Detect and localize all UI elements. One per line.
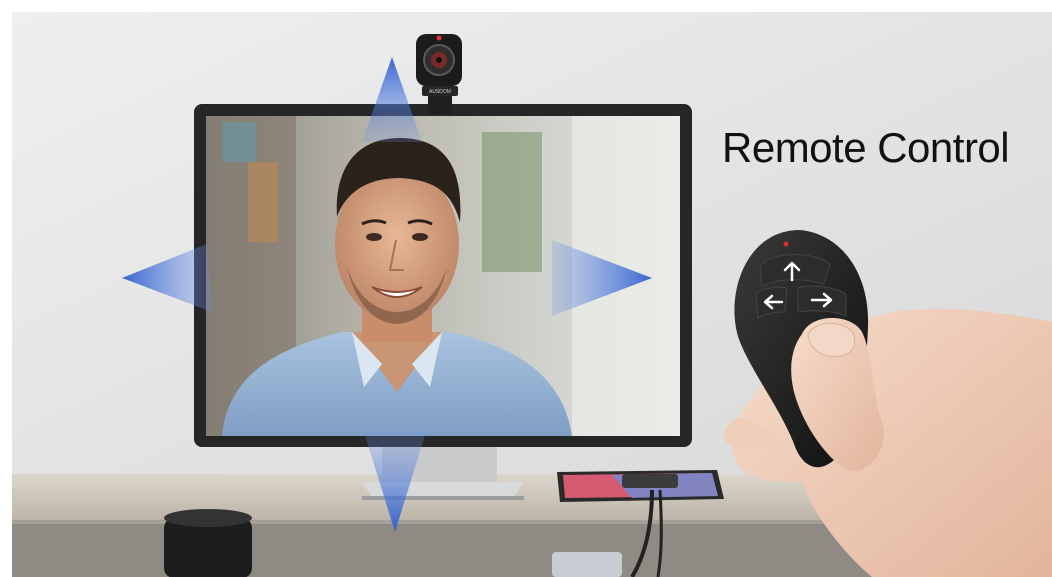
remote-led <box>783 241 789 247</box>
headline: Remote Control <box>722 124 1010 171</box>
speaker <box>164 509 252 577</box>
product-photo: AUSDOM Remote Control <box>12 12 1052 577</box>
webcam-brand-mark: AUSDOM <box>429 89 451 95</box>
scene-illustration: AUSDOM <box>12 12 1052 577</box>
usb-hub <box>552 552 622 577</box>
